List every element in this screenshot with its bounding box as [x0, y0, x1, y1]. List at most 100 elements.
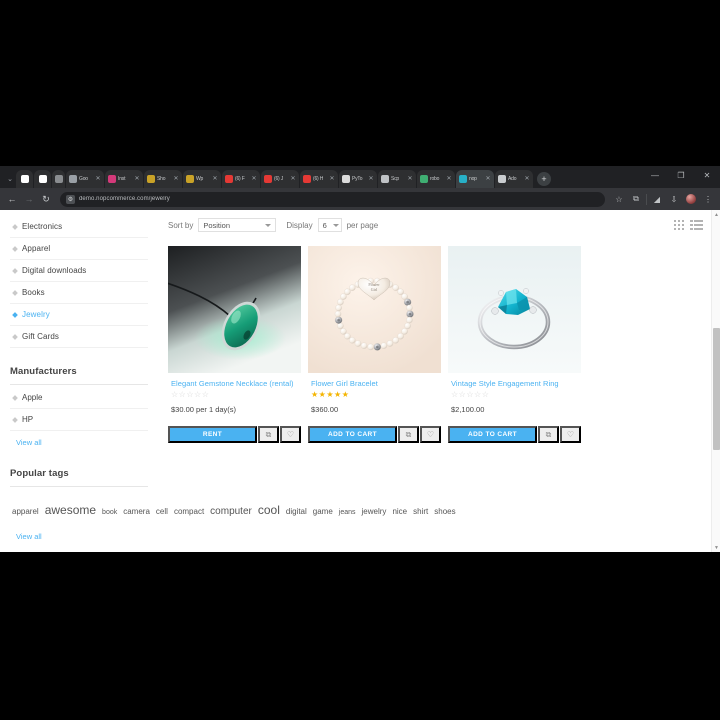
browser-tab[interactable]: Ado ✕: [495, 170, 533, 188]
downloads-icon[interactable]: ⇩: [667, 192, 681, 206]
browser-tab[interactable]: [34, 170, 51, 188]
new-tab-button[interactable]: +: [537, 172, 551, 186]
profile-avatar[interactable]: [684, 192, 698, 206]
sidebar-item-apparel[interactable]: Apparel: [10, 238, 148, 260]
display-select[interactable]: 6: [317, 218, 342, 232]
tab-title: (6) H: [313, 176, 324, 182]
tab-close-icon[interactable]: ✕: [524, 176, 530, 182]
browser-tab[interactable]: Inst ✕: [105, 170, 143, 188]
back-button[interactable]: ←: [5, 192, 19, 206]
maximize-button[interactable]: ❐: [668, 166, 694, 184]
display-label: Display: [286, 220, 313, 230]
tab-close-icon[interactable]: ✕: [329, 176, 335, 182]
bullet-icon: [12, 245, 18, 252]
tab-close-icon[interactable]: ✕: [485, 176, 491, 182]
product-image[interactable]: [448, 246, 581, 373]
tag-link[interactable]: camera: [123, 507, 150, 516]
tab-title: Sho: [157, 176, 166, 182]
tag-link[interactable]: book: [102, 509, 117, 516]
wishlist-heart-icon[interactable]: ♡: [420, 426, 441, 443]
svg-text:Girl: Girl: [371, 287, 378, 292]
sidebar-item-digital-downloads[interactable]: Digital downloads: [10, 260, 148, 282]
tab-close-icon[interactable]: ✕: [212, 176, 218, 182]
split-screen-icon[interactable]: ◢: [650, 192, 664, 206]
browser-tab[interactable]: Wp ✕: [183, 170, 221, 188]
rating-star: ☆: [474, 390, 482, 399]
chevron-down-icon: [332, 223, 339, 227]
bookmark-star-icon[interactable]: ☆: [612, 192, 626, 206]
scrollbar-thumb[interactable]: [713, 328, 720, 450]
scroll-down-arrow-icon[interactable]: ▼: [712, 543, 720, 552]
compare-icon[interactable]: ⧉: [398, 426, 419, 443]
product-actions: ADD TO CART ⧉ ♡: [308, 426, 441, 443]
sort-by-select[interactable]: Position: [198, 218, 277, 232]
reload-button[interactable]: ↻: [39, 192, 53, 206]
compare-icon[interactable]: ⧉: [538, 426, 559, 443]
tab-close-icon[interactable]: ✕: [173, 176, 179, 182]
close-button[interactable]: ✕: [694, 166, 720, 184]
manufacturer-item[interactable]: HP: [10, 409, 148, 431]
rating-star: ★: [318, 390, 326, 399]
rating-star: ☆: [481, 390, 489, 399]
grid-view-toggle[interactable]: [673, 219, 684, 231]
compare-icon[interactable]: ⧉: [258, 426, 279, 443]
tag-cloud: apparel awesome book camera cell compact compu…: [10, 489, 456, 525]
product-title-link[interactable]: Elegant Gemstone Necklace (rental): [171, 379, 294, 388]
forward-button[interactable]: →: [22, 192, 36, 206]
tab-favicon-icon: [459, 175, 467, 183]
add-to-cart-button[interactable]: ADD TO CART: [308, 426, 397, 443]
browser-tab[interactable]: Sho ✕: [144, 170, 182, 188]
tag-link[interactable]: apparel: [12, 507, 39, 516]
browser-tab[interactable]: [52, 170, 65, 188]
tab-close-icon[interactable]: ✕: [446, 176, 452, 182]
address-bar[interactable]: ⚙ demo.nopcommerce.com/jewelry: [60, 191, 605, 207]
tab-title: (6) J: [274, 176, 284, 182]
browser-tab[interactable]: robo ✕: [417, 170, 455, 188]
tab-close-icon[interactable]: ✕: [134, 176, 140, 182]
browser-tab[interactable]: (6) H ✕: [300, 170, 338, 188]
browser-tab[interactable]: PyTo ✕: [339, 170, 377, 188]
product-title-link[interactable]: Flower Girl Bracelet: [311, 379, 378, 388]
wishlist-heart-icon[interactable]: ♡: [560, 426, 581, 443]
manufacturers-view-all-link[interactable]: View all: [10, 431, 42, 447]
page-scrollbar[interactable]: ▲ ▼: [711, 210, 720, 552]
tab-title: Scp: [391, 176, 400, 182]
rating-star: ★: [341, 390, 349, 399]
tab-close-icon[interactable]: ✕: [407, 176, 413, 182]
tab-close-icon[interactable]: ✕: [290, 176, 296, 182]
tags-view-all-link[interactable]: View all: [10, 525, 42, 541]
extensions-icon[interactable]: ⧉: [629, 192, 643, 206]
browser-tab[interactable]: Scp ✕: [378, 170, 416, 188]
site-settings-icon[interactable]: ⚙: [66, 194, 75, 204]
add-to-cart-button[interactable]: ADD TO CART: [448, 426, 537, 443]
manufacturer-item[interactable]: Apple: [10, 387, 148, 409]
browser-tab[interactable]: nop ✕: [456, 170, 494, 188]
rating-star: ★: [334, 390, 342, 399]
product-image[interactable]: Flower Girl: [308, 246, 441, 373]
browser-tab[interactable]: (6) F ✕: [222, 170, 260, 188]
tag-link[interactable]: awesome: [45, 503, 96, 517]
scroll-up-arrow-icon[interactable]: ▲: [712, 210, 720, 219]
browser-tab[interactable]: Goo ✕: [66, 170, 104, 188]
browser-tab[interactable]: (6) J ✕: [261, 170, 299, 188]
product-image[interactable]: [168, 246, 301, 373]
minimize-button[interactable]: —: [642, 166, 668, 184]
tab-title: PyTo: [352, 176, 363, 182]
sidebar-item-books[interactable]: Books: [10, 282, 148, 304]
tab-close-icon[interactable]: ✕: [95, 176, 101, 182]
wishlist-heart-icon[interactable]: ♡: [280, 426, 301, 443]
tab-close-icon[interactable]: ✕: [251, 176, 257, 182]
page-content: Electronics Apparel Digital downloads Books…: [0, 210, 711, 552]
product-title-link[interactable]: Vintage Style Engagement Ring: [451, 379, 559, 388]
add-to-cart-button[interactable]: RENT: [168, 426, 257, 443]
tab-favicon-icon: [186, 175, 194, 183]
chrome-menu-icon[interactable]: ⋮: [701, 192, 715, 206]
browser-tab[interactable]: [16, 170, 33, 188]
sidebar-item-jewelry[interactable]: Jewelry: [10, 304, 148, 326]
list-view-toggle[interactable]: [690, 219, 703, 231]
divider: [10, 384, 148, 385]
sidebar-item-electronics[interactable]: Electronics: [10, 216, 148, 238]
tab-close-icon[interactable]: ✕: [368, 176, 374, 182]
tab-list-chevron-icon[interactable]: ⌄: [4, 170, 16, 188]
sidebar-item-gift-cards[interactable]: Gift Cards: [10, 326, 148, 348]
